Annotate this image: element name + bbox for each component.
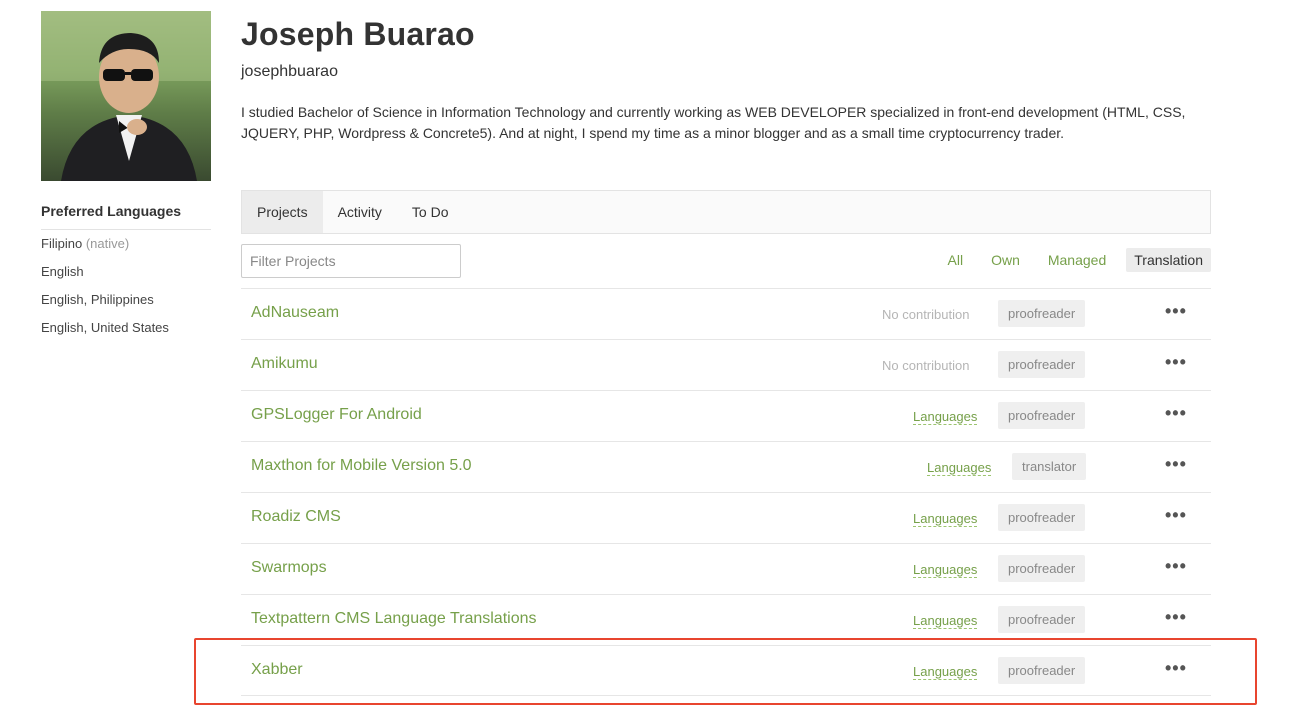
- profile-tabs: Projects Activity To Do: [241, 190, 1211, 234]
- languages-link[interactable]: Languages: [913, 613, 978, 629]
- project-name-link[interactable]: Maxthon for Mobile Version 5.0: [251, 457, 472, 475]
- project-row: Xabber Languages proofreader •••: [241, 645, 1211, 696]
- project-name-link[interactable]: Xabber: [251, 661, 303, 679]
- language-item: English, Philippines: [41, 292, 154, 307]
- languages-link[interactable]: Languages: [913, 409, 978, 425]
- tab-projects[interactable]: Projects: [242, 191, 323, 233]
- profile-bio: I studied Bachelor of Science in Informa…: [241, 104, 1186, 141]
- profile-username: josephbuarao: [241, 63, 338, 80]
- more-options-icon[interactable]: •••: [1165, 659, 1187, 677]
- filter-projects-input[interactable]: [241, 244, 461, 278]
- languages-link[interactable]: Languages: [913, 664, 978, 680]
- filter-translation[interactable]: Translation: [1126, 248, 1211, 272]
- language-item: Filipino (native): [41, 236, 130, 251]
- filter-own[interactable]: Own: [983, 248, 1028, 272]
- more-options-icon[interactable]: •••: [1165, 455, 1187, 473]
- project-name-link[interactable]: GPSLogger For Android: [251, 406, 422, 424]
- filter-row: All Own Managed Translation: [241, 244, 1211, 278]
- project-filters: All Own Managed Translation: [940, 248, 1211, 272]
- language-item: English: [41, 264, 84, 279]
- languages-link[interactable]: Languages: [913, 562, 978, 578]
- role-badge: proofreader: [998, 300, 1086, 327]
- filter-managed[interactable]: Managed: [1040, 248, 1114, 272]
- profile-main: Joseph Buarao josephbuarao I studied Bac…: [241, 14, 1211, 696]
- project-row: AdNauseam No contribution proofreader ••…: [241, 288, 1211, 339]
- contribution-status: No contribution: [882, 358, 970, 373]
- language-item: English, United States: [41, 320, 169, 335]
- more-options-icon[interactable]: •••: [1165, 608, 1187, 626]
- profile-sidebar: Preferred Languages Filipino (native) En…: [41, 11, 211, 348]
- profile-name: Joseph Buarao: [241, 16, 475, 52]
- role-badge: proofreader: [998, 606, 1086, 633]
- project-row: Roadiz CMS Languages proofreader •••: [241, 492, 1211, 543]
- filter-all[interactable]: All: [940, 248, 972, 272]
- project-list: AdNauseam No contribution proofreader ••…: [241, 288, 1211, 696]
- role-badge: proofreader: [998, 555, 1086, 582]
- tab-activity[interactable]: Activity: [323, 191, 397, 233]
- project-name-link[interactable]: Roadiz CMS: [251, 508, 341, 526]
- contribution-status: No contribution: [882, 307, 970, 322]
- more-options-icon[interactable]: •••: [1165, 506, 1187, 524]
- project-row: Swarmops Languages proofreader •••: [241, 543, 1211, 594]
- project-row: Amikumu No contribution proofreader •••: [241, 339, 1211, 390]
- more-options-icon[interactable]: •••: [1165, 302, 1187, 320]
- project-name-link[interactable]: AdNauseam: [251, 304, 339, 322]
- project-name-link[interactable]: Swarmops: [251, 559, 327, 577]
- role-badge: translator: [1012, 453, 1087, 480]
- project-row: Textpattern CMS Language Translations La…: [241, 594, 1211, 645]
- more-options-icon[interactable]: •••: [1165, 353, 1187, 371]
- project-row: Maxthon for Mobile Version 5.0 Languages…: [241, 441, 1211, 492]
- role-badge: proofreader: [998, 351, 1086, 378]
- project-name-link[interactable]: Amikumu: [251, 355, 318, 373]
- avatar[interactable]: [41, 11, 211, 181]
- preferred-languages-title: Preferred Languages: [41, 203, 211, 230]
- language-list: Filipino (native) English English, Phili…: [41, 236, 211, 348]
- languages-link[interactable]: Languages: [927, 460, 992, 476]
- project-name-link[interactable]: Textpattern CMS Language Translations: [251, 610, 537, 628]
- role-badge: proofreader: [998, 657, 1086, 684]
- languages-link[interactable]: Languages: [913, 511, 978, 527]
- more-options-icon[interactable]: •••: [1165, 557, 1187, 575]
- project-row: GPSLogger For Android Languages proofrea…: [241, 390, 1211, 441]
- tab-todo[interactable]: To Do: [397, 191, 464, 233]
- role-badge: proofreader: [998, 402, 1086, 429]
- role-badge: proofreader: [998, 504, 1086, 531]
- more-options-icon[interactable]: •••: [1165, 404, 1187, 422]
